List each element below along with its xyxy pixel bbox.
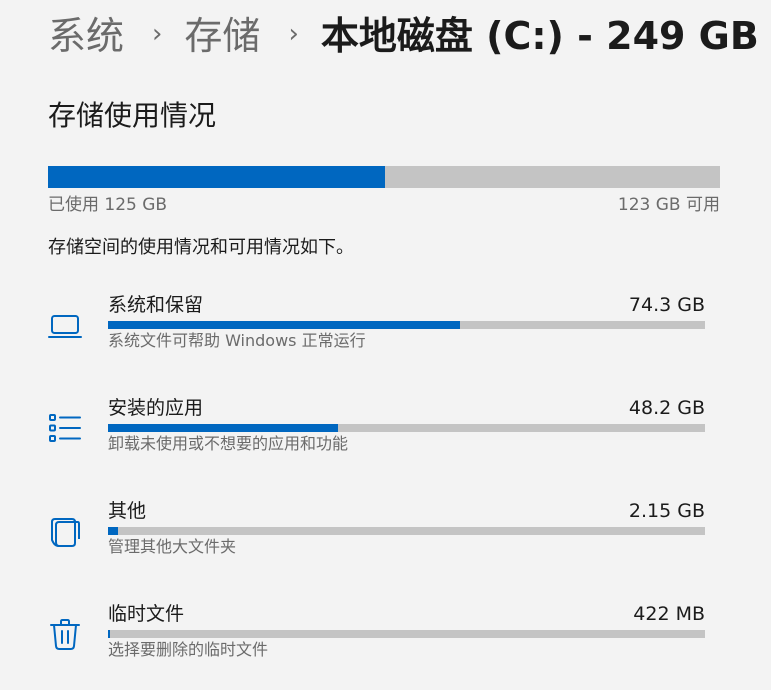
laptop-icon xyxy=(47,307,83,343)
category-system-reserved[interactable]: 系统和保留 74.3 GB 系统文件可帮助 Windows 正常运行 xyxy=(0,291,771,381)
category-subtitle: 选择要删除的临时文件 xyxy=(108,640,269,659)
total-usage-bar-fill xyxy=(48,166,386,188)
category-usage-bar-fill xyxy=(108,424,338,432)
category-size: 74.3 GB xyxy=(628,294,705,316)
storage-usage-heading: 存储使用情况 xyxy=(48,99,217,132)
breadcrumb: 系统 › 存储 › 本地磁盘 (C:) - 249 GB xyxy=(48,6,759,66)
category-usage-bar xyxy=(108,630,705,638)
category-usage-bar-fill xyxy=(108,321,461,329)
folder-icon xyxy=(47,513,83,549)
used-space-label: 已使用 125 GB xyxy=(48,195,168,215)
category-usage-bar xyxy=(108,321,705,329)
category-name: 其他 xyxy=(108,500,147,522)
category-name: 临时文件 xyxy=(108,603,185,625)
category-name: 安装的应用 xyxy=(108,397,204,419)
free-space-label: 123 GB 可用 xyxy=(617,195,720,215)
category-name: 系统和保留 xyxy=(108,294,204,316)
category-temporary-files[interactable]: 临时文件 422 MB 选择要删除的临时文件 xyxy=(0,600,771,690)
list-icon xyxy=(47,410,83,446)
category-subtitle: 系统文件可帮助 Windows 正常运行 xyxy=(108,331,366,350)
breadcrumb-storage-link[interactable]: 存储 xyxy=(184,6,260,66)
category-usage-bar xyxy=(108,527,705,535)
page-title: 本地磁盘 (C:) - 249 GB xyxy=(320,14,759,58)
category-other[interactable]: 其他 2.15 GB 管理其他大文件夹 xyxy=(0,497,771,587)
breadcrumb-system-link[interactable]: 系统 xyxy=(48,6,124,66)
chevron-right-icon: › xyxy=(288,19,299,49)
trash-icon xyxy=(47,616,83,652)
category-size: 422 MB xyxy=(633,603,705,625)
category-size: 48.2 GB xyxy=(628,397,705,419)
category-usage-bar-fill xyxy=(108,630,111,638)
usage-description: 存储空间的使用情况和可用情况如下。 xyxy=(48,237,354,258)
category-usage-bar xyxy=(108,424,705,432)
category-subtitle: 卸载未使用或不想要的应用和功能 xyxy=(108,434,349,453)
category-installed-apps[interactable]: 安装的应用 48.2 GB 卸载未使用或不想要的应用和功能 xyxy=(0,394,771,484)
total-usage-bar xyxy=(48,166,720,188)
category-size: 2.15 GB xyxy=(628,500,705,522)
category-subtitle: 管理其他大文件夹 xyxy=(108,537,237,556)
category-usage-bar-fill xyxy=(108,527,119,535)
chevron-right-icon: › xyxy=(152,19,163,49)
